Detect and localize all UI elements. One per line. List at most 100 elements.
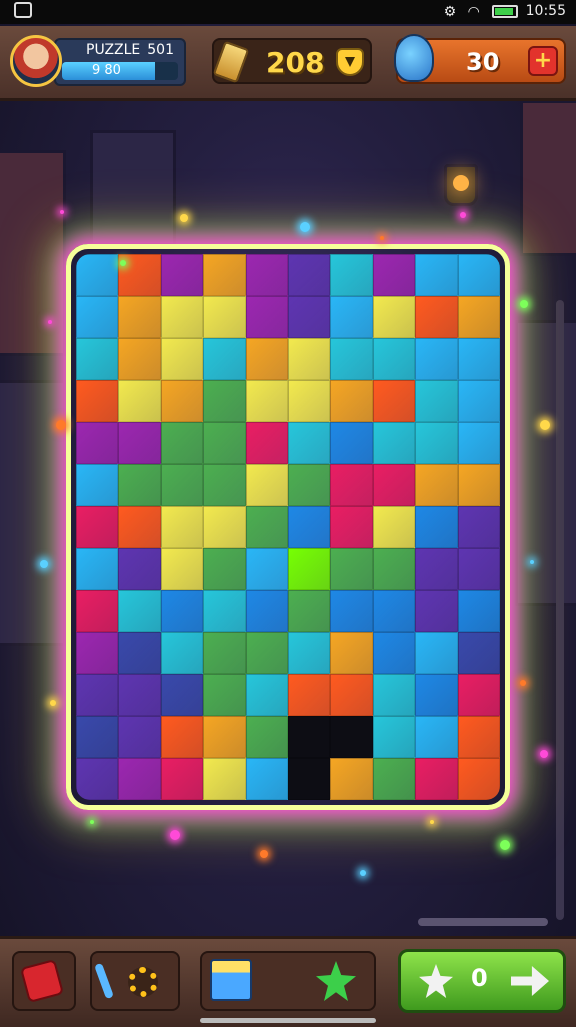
puzzle-piece[interactable] [372,506,416,548]
puzzle-piece[interactable] [288,674,331,716]
puzzle-piece[interactable] [457,674,500,716]
puzzle-piece[interactable] [457,422,500,464]
puzzle-piece[interactable] [330,590,373,632]
puzzle-piece[interactable] [457,632,500,674]
puzzle-piece[interactable] [330,506,373,548]
puzzle-piece[interactable] [76,506,119,548]
puzzle-piece[interactable] [415,422,458,464]
puzzle-piece[interactable] [245,422,288,464]
puzzle-piece[interactable] [457,254,500,296]
puzzle-piece[interactable] [288,254,331,296]
puzzle-piece[interactable] [245,674,288,716]
puzzle-piece[interactable] [415,254,458,296]
puzzle-piece[interactable] [203,464,246,506]
play-button[interactable]: 0 [398,949,566,1013]
puzzle-piece[interactable] [245,758,288,800]
puzzle-piece[interactable] [330,296,373,338]
puzzle-piece[interactable] [457,758,500,800]
puzzle-piece[interactable] [160,590,204,632]
puzzle-piece[interactable] [245,506,288,548]
puzzle-piece[interactable] [457,590,500,632]
puzzle-piece[interactable] [76,758,119,800]
puzzle-piece[interactable] [76,716,119,758]
puzzle-piece[interactable] [288,506,331,548]
puzzle-piece[interactable] [245,254,288,296]
coin-counter[interactable]: 208 [212,38,372,84]
puzzle-piece[interactable] [76,464,119,506]
puzzle-piece[interactable] [160,338,204,380]
puzzle-piece[interactable] [372,674,416,716]
puzzle-piece[interactable] [118,380,161,422]
puzzle-piece[interactable] [415,548,458,590]
puzzle-piece[interactable] [160,296,204,338]
tools-button[interactable] [90,951,180,1011]
puzzle-piece[interactable] [372,632,416,674]
puzzle-board[interactable] [76,254,500,800]
puzzle-piece[interactable] [330,632,373,674]
puzzle-piece[interactable] [457,296,500,338]
puzzle-piece[interactable] [245,716,288,758]
puzzle-piece[interactable] [330,380,373,422]
puzzle-piece[interactable] [415,296,458,338]
puzzle-piece[interactable] [76,254,119,296]
puzzle-piece[interactable] [245,548,288,590]
puzzle-piece[interactable] [457,338,500,380]
puzzle-piece[interactable] [76,548,119,590]
puzzle-piece[interactable] [203,254,246,296]
puzzle-piece[interactable] [160,506,204,548]
puzzle-piece[interactable] [457,548,500,590]
puzzle-piece[interactable] [118,590,161,632]
puzzle-piece[interactable] [372,254,416,296]
empty-slot[interactable] [288,716,331,758]
puzzle-piece[interactable] [415,758,458,800]
puzzle-piece[interactable] [330,548,373,590]
puzzle-piece[interactable] [118,674,161,716]
puzzle-piece[interactable] [160,674,204,716]
puzzle-piece[interactable] [76,590,119,632]
puzzle-piece[interactable] [203,590,246,632]
puzzle-piece[interactable] [415,674,458,716]
box-icon[interactable] [210,959,252,1001]
puzzle-piece[interactable] [118,422,161,464]
puzzle-piece[interactable] [245,590,288,632]
puzzle-piece[interactable] [288,338,331,380]
add-lives-button[interactable]: + [528,46,558,76]
puzzle-piece[interactable] [118,296,161,338]
puzzle-piece[interactable] [288,422,331,464]
puzzle-piece[interactable] [160,632,204,674]
puzzle-piece[interactable] [118,716,161,758]
puzzle-piece[interactable] [457,716,500,758]
puzzle-piece[interactable] [415,464,458,506]
puzzle-piece[interactable] [372,422,416,464]
puzzle-piece[interactable] [203,380,246,422]
puzzle-piece[interactable] [160,716,204,758]
puzzle-piece[interactable] [203,716,246,758]
puzzle-piece[interactable] [372,590,416,632]
puzzle-piece[interactable] [76,380,119,422]
puzzle-piece[interactable] [330,254,373,296]
puzzle-piece[interactable] [457,380,500,422]
puzzle-piece[interactable] [118,632,161,674]
puzzle-piece[interactable] [203,632,246,674]
puzzle-piece[interactable] [203,506,246,548]
puzzle-piece[interactable] [457,506,500,548]
puzzle-piece[interactable] [160,422,204,464]
puzzle-piece[interactable] [457,464,500,506]
puzzle-piece[interactable] [160,464,204,506]
empty-slot[interactable] [288,758,331,800]
puzzle-piece[interactable] [415,632,458,674]
puzzle-piece[interactable] [76,632,119,674]
scroll-track[interactable] [556,300,564,920]
puzzle-piece[interactable] [330,422,373,464]
puzzle-piece[interactable] [330,758,373,800]
puzzle-piece[interactable] [160,548,204,590]
puzzle-piece[interactable] [372,464,416,506]
dice-button[interactable] [12,951,76,1011]
puzzle-piece[interactable] [203,548,246,590]
puzzle-piece[interactable] [76,674,119,716]
puzzle-piece[interactable] [372,548,416,590]
puzzle-piece[interactable] [203,674,246,716]
puzzle-piece[interactable] [245,380,288,422]
puzzle-piece[interactable] [118,758,161,800]
puzzle-piece[interactable] [288,296,331,338]
